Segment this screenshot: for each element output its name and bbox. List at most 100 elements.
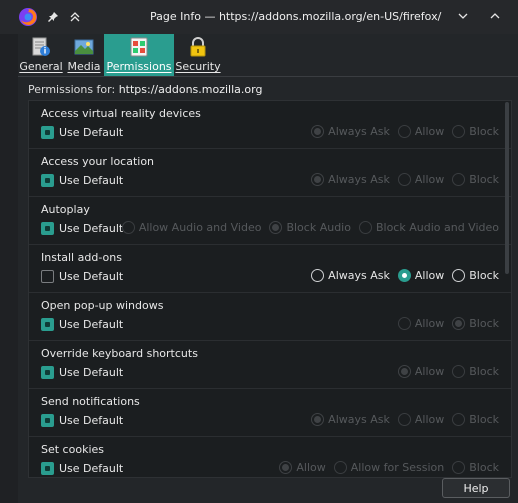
radio-button[interactable]	[311, 125, 325, 138]
radio-label: Allow	[296, 461, 326, 474]
general-icon	[29, 36, 53, 58]
radio-label: Block	[469, 269, 499, 282]
radio-button[interactable]	[121, 221, 135, 234]
page-info-window: General Media Permissions Security Permi…	[18, 34, 518, 503]
tab-permissions[interactable]: Permissions	[104, 34, 174, 76]
use-default-checkbox[interactable]: Use Default	[41, 318, 123, 331]
radio-option[interactable]: Allow	[397, 269, 444, 282]
minimize-icon[interactable]	[456, 9, 470, 23]
radio-button[interactable]	[452, 413, 466, 426]
radio-button[interactable]	[452, 365, 466, 378]
radio-option[interactable]: Always Ask	[311, 269, 390, 282]
radio-option[interactable]: Block	[452, 365, 499, 378]
radio-button[interactable]	[311, 269, 325, 282]
use-default-checkbox[interactable]: Use Default	[41, 270, 123, 283]
use-default-label: Use Default	[59, 318, 124, 331]
radio-option[interactable]: Allow	[397, 365, 444, 378]
permission-options: Always Ask Allow Block	[311, 269, 499, 282]
radio-option[interactable]: Block	[452, 269, 499, 282]
permission-name: Open pop-up windows	[41, 299, 164, 312]
radio-option[interactable]: Allow	[397, 173, 445, 186]
use-default-checkbox[interactable]: Use Default	[41, 222, 123, 235]
radio-option[interactable]: Always Ask	[311, 413, 390, 426]
radio-option[interactable]: Always Ask	[311, 173, 390, 186]
radio-button[interactable]	[397, 365, 411, 378]
checkbox-box[interactable]	[41, 366, 54, 379]
permissions-list: Access virtual reality devices Use Defaul…	[28, 100, 512, 478]
radio-button[interactable]	[452, 125, 466, 138]
radio-button[interactable]	[397, 173, 411, 186]
tab-security[interactable]: Security	[174, 34, 222, 76]
radio-option[interactable]: Allow	[397, 125, 444, 138]
radio-label: Allow	[414, 173, 445, 186]
radio-button[interactable]	[333, 461, 347, 474]
permission-name: Send notifications	[41, 395, 140, 408]
radio-option[interactable]: Block	[452, 173, 499, 186]
permission-row: Access virtual reality devices Use Defaul…	[29, 101, 511, 149]
permissions-for-label: Permissions for:	[28, 83, 116, 96]
firefox-logo-icon	[18, 7, 38, 27]
radio-label: Block Audio	[286, 221, 351, 234]
radio-option[interactable]: Allow Audio and Video	[121, 221, 262, 234]
lock-icon	[186, 36, 210, 58]
radio-label: Allow	[414, 317, 445, 330]
radio-label: Block	[469, 413, 499, 426]
scrollbar[interactable]	[505, 102, 509, 274]
checkbox-box[interactable]	[41, 174, 54, 187]
radio-button[interactable]	[269, 221, 283, 234]
use-default-checkbox[interactable]: Use Default	[41, 462, 123, 475]
use-default-label: Use Default	[59, 462, 124, 475]
radio-option[interactable]: Block	[452, 125, 499, 138]
radio-option[interactable]: Allow	[397, 413, 444, 426]
use-default-checkbox[interactable]: Use Default	[41, 174, 123, 187]
keep-above-icon[interactable]	[68, 10, 82, 24]
use-default-checkbox[interactable]: Use Default	[41, 126, 123, 139]
radio-option[interactable]: Always Ask	[311, 125, 390, 138]
radio-option[interactable]: Allow	[397, 317, 445, 330]
use-default-label: Use Default	[59, 222, 124, 235]
permission-row: Send notifications Use Default Always Ask A…	[29, 389, 511, 437]
radio-button[interactable]	[452, 461, 466, 474]
permission-options: Allow Allow for Session Block	[279, 461, 499, 474]
tab-divider	[18, 76, 518, 77]
tab-media[interactable]: Media	[64, 34, 104, 76]
radio-label: Block	[469, 365, 499, 378]
radio-label: Allow Audio and Video	[138, 221, 262, 234]
radio-option[interactable]: Block	[452, 461, 499, 474]
help-button[interactable]: Help	[442, 478, 510, 498]
permissions-for: Permissions for: https://addons.mozilla.…	[28, 83, 262, 96]
use-default-checkbox[interactable]: Use Default	[41, 414, 123, 427]
checkbox-box[interactable]	[41, 462, 54, 475]
window-title: Page Info — https://addons.mozilla.org/e…	[150, 10, 442, 23]
radio-button[interactable]	[452, 269, 466, 282]
radio-option[interactable]: Block Audio	[269, 221, 351, 234]
radio-button[interactable]	[397, 125, 411, 138]
checkbox-box[interactable]	[41, 270, 54, 283]
tab-general[interactable]: General	[18, 34, 64, 76]
maximize-icon[interactable]	[488, 9, 502, 23]
radio-button[interactable]	[279, 461, 293, 474]
radio-button[interactable]	[358, 221, 372, 234]
checkbox-box[interactable]	[41, 318, 54, 331]
radio-option[interactable]: Block	[452, 413, 499, 426]
radio-button[interactable]	[452, 173, 466, 186]
radio-button[interactable]	[397, 269, 411, 282]
radio-option[interactable]: Block	[452, 317, 499, 330]
pin-icon[interactable]	[46, 10, 60, 24]
radio-button[interactable]	[397, 317, 411, 330]
checkbox-box[interactable]	[41, 222, 54, 235]
radio-button[interactable]	[311, 173, 325, 186]
use-default-checkbox[interactable]: Use Default	[41, 366, 123, 379]
radio-option[interactable]: Allow for Session	[333, 461, 445, 474]
permission-row: Autoplay Use Default Allow Audio and Video…	[29, 197, 511, 245]
radio-option[interactable]: Allow	[279, 461, 326, 474]
radio-button[interactable]	[452, 317, 466, 330]
radio-button[interactable]	[311, 413, 325, 426]
radio-label: Allow for Session	[350, 461, 445, 474]
permission-row: Access your location Use Default Always As…	[29, 149, 511, 197]
checkbox-box[interactable]	[41, 414, 54, 427]
permission-row: Open pop-up windows Use Default Allow Block	[29, 293, 511, 341]
checkbox-box[interactable]	[41, 126, 54, 139]
radio-button[interactable]	[397, 413, 411, 426]
radio-option[interactable]: Block Audio and Video	[358, 221, 499, 234]
